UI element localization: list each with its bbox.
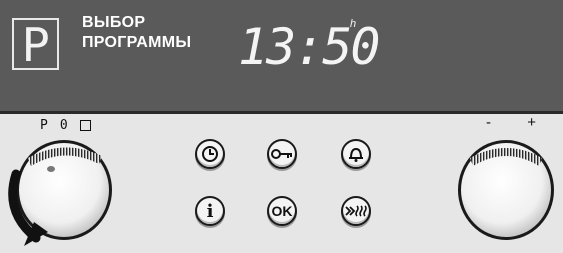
oven-control-panel: P ВЫБОР ПРОГРАММЫ 13:50 h P 0 - + i OK [0, 0, 563, 248]
bell-icon [349, 147, 363, 162]
program-symbol: P [12, 18, 59, 70]
clock-time: 13:50 [238, 18, 381, 76]
key-lock-button[interactable] [267, 139, 297, 169]
mode-label-p: P [40, 118, 48, 133]
program-selector-knob[interactable] [6, 134, 116, 253]
bell-button[interactable] [341, 139, 371, 169]
mode-labels: P 0 [40, 118, 91, 133]
ok-label: OK [271, 203, 293, 219]
fast-heat-icon [345, 205, 367, 217]
display-title: ВЫБОР ПРОГРАММЫ [82, 13, 191, 53]
minus-label: - [486, 114, 491, 131]
display-title-line1: ВЫБОР [82, 14, 146, 31]
square-icon [79, 120, 91, 131]
fast-heat-button[interactable] [341, 196, 371, 226]
adjust-knob[interactable] [456, 134, 556, 253]
temperature-labels: - + [486, 114, 536, 131]
display-title-line2: ПРОГРАММЫ [82, 34, 192, 51]
info-button[interactable]: i [195, 196, 225, 226]
key-icon [271, 149, 292, 159]
lcd-display: P ВЫБОР ПРОГРАММЫ 13:50 h [0, 0, 563, 114]
mode-label-0: 0 [59, 118, 68, 133]
plus-label: + [527, 114, 536, 131]
clock-icon [202, 146, 218, 162]
clock-unit: h [350, 18, 357, 30]
clock-button[interactable] [195, 139, 225, 169]
info-label: i [206, 200, 214, 222]
ok-button[interactable]: OK [267, 196, 297, 226]
